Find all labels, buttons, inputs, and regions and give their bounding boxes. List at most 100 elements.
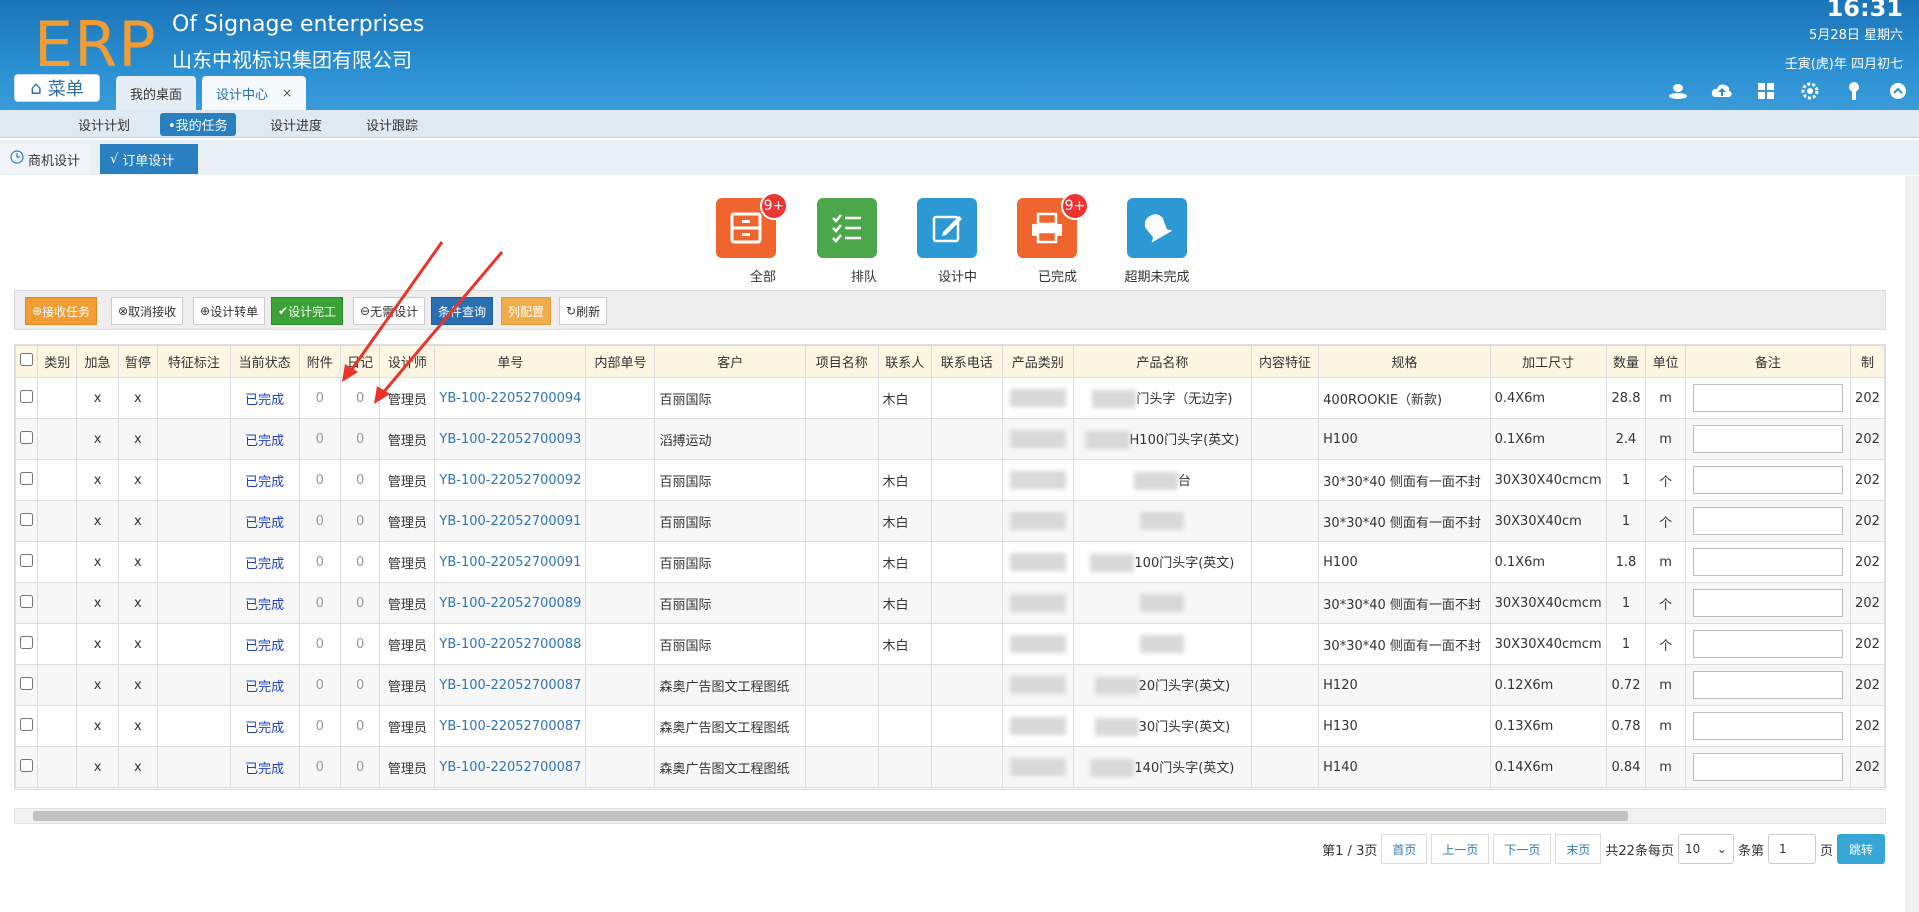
row-select-cell[interactable] — [15, 418, 38, 460]
table-row[interactable]: x x 已完成 0 0 管理员 YB-100-22052700091 百丽国际 木白 30*30*… — [15, 500, 1885, 542]
tab-design-center[interactable]: 设计中心 × — [202, 76, 307, 110]
subnav-design-progress[interactable]: 设计进度 — [270, 115, 322, 134]
column-header[interactable]: 客户 — [654, 345, 806, 378]
cell-order-number[interactable]: YB-100-22052700088 — [434, 623, 587, 665]
close-icon[interactable]: × — [282, 86, 292, 100]
row-checkbox[interactable] — [20, 676, 33, 690]
column-header[interactable]: 产品名称 — [1072, 345, 1252, 378]
filter-overdue[interactable]: 超期未完成 — [1124, 198, 1190, 285]
vertical-scrollbar[interactable] — [1905, 176, 1919, 912]
last-page-button[interactable]: 末页 — [1555, 834, 1602, 864]
table-row[interactable]: x x 已完成 0 0 管理员 YB-100-22052700087 森奥广告图文工程图纸 20… — [15, 664, 1885, 706]
remark-input[interactable] — [1692, 630, 1843, 658]
menu-button[interactable]: ⌂ 菜单 — [14, 74, 100, 102]
horizontal-scrollbar[interactable] — [14, 808, 1886, 824]
row-checkbox[interactable] — [20, 758, 33, 772]
header-select-all[interactable] — [15, 345, 38, 378]
subnav-design-plan[interactable]: 设计计划 — [78, 115, 130, 134]
subnav-design-tracking[interactable]: 设计跟踪 — [366, 115, 418, 134]
row-select-cell[interactable] — [15, 377, 38, 419]
column-header[interactable]: 单号 — [434, 345, 587, 378]
remark-input[interactable] — [1692, 507, 1843, 535]
cell-order-number[interactable]: YB-100-22052700091 — [434, 541, 587, 583]
filter-all[interactable]: 9+ 全部 — [716, 192, 788, 285]
remark-input[interactable] — [1692, 589, 1843, 617]
column-header[interactable]: 类别 — [36, 345, 78, 378]
next-page-button[interactable]: 下一页 — [1493, 834, 1552, 864]
column-header[interactable]: 项目名称 — [805, 345, 879, 378]
prev-page-button[interactable]: 上一页 — [1431, 834, 1490, 864]
column-header[interactable]: 制 — [1850, 345, 1885, 378]
column-header[interactable]: 设计师 — [379, 345, 436, 378]
condition-query-button[interactable]: 条件查询 — [431, 297, 494, 325]
row-checkbox[interactable] — [20, 471, 33, 485]
column-header[interactable]: 暂停 — [117, 345, 159, 378]
subnav-my-tasks[interactable]: •我的任务 — [160, 113, 236, 136]
cell-order-number[interactable]: YB-100-22052700087 — [434, 664, 587, 706]
column-header[interactable]: 加工尺寸 — [1489, 345, 1607, 378]
filter-designing[interactable]: 设计中 — [917, 198, 977, 285]
design-complete-button[interactable]: ✔ 设计完工 — [271, 297, 344, 325]
design-transfer-button[interactable]: ⊕ 设计转单 — [193, 297, 266, 325]
row-select-cell[interactable] — [15, 500, 38, 542]
column-header[interactable]: 内容特征 — [1250, 345, 1320, 378]
row-select-cell[interactable] — [15, 459, 38, 501]
column-header[interactable]: 当前状态 — [229, 345, 300, 378]
column-header[interactable]: 产品类别 — [1001, 345, 1074, 378]
column-header[interactable]: 备注 — [1684, 345, 1852, 378]
filter-completed[interactable]: 9+ 已完成 — [1017, 192, 1089, 285]
cell-order-number[interactable]: YB-100-22052700087 — [434, 705, 587, 747]
row-select-cell[interactable] — [15, 705, 38, 747]
user-icon[interactable] — [1667, 80, 1689, 102]
cell-order-number[interactable]: YB-100-22052700089 — [434, 582, 587, 624]
gear-icon[interactable] — [1799, 80, 1821, 102]
row-checkbox[interactable] — [20, 430, 33, 444]
tab-order-design[interactable]: √ 订单设计 — [100, 144, 198, 174]
remark-input[interactable] — [1692, 671, 1843, 699]
column-header[interactable]: 加急 — [76, 345, 119, 378]
cell-order-number[interactable]: YB-100-22052700087 — [434, 746, 587, 788]
receive-task-button[interactable]: ⊕ 接收任务 — [25, 297, 98, 325]
cell-order-number[interactable]: YB-100-22052700094 — [434, 377, 587, 419]
table-row[interactable]: x x 已完成 0 0 管理员 YB-100-22052700087 森奥广告图文工程图纸 14… — [15, 746, 1885, 788]
cell-order-number[interactable]: YB-100-22052700093 — [434, 418, 587, 460]
row-select-cell[interactable] — [15, 746, 38, 788]
row-checkbox[interactable] — [20, 594, 33, 608]
tab-my-desktop[interactable]: 我的桌面 — [116, 76, 197, 110]
column-header[interactable]: 联系人 — [877, 345, 932, 378]
table-row[interactable]: x x 已完成 0 0 管理员 YB-100-22052700092 百丽国际 木白台 30*30… — [15, 459, 1885, 501]
tab-opportunity-design[interactable]: 商机设计 — [0, 144, 91, 174]
table-row[interactable]: x x 已完成 0 0 管理员 YB-100-22052700093 滔搏运动 H100门头字(… — [15, 418, 1885, 460]
table-row[interactable]: x x 已完成 0 0 管理员 YB-100-22052700094 百丽国际 木白 门头字（无边… — [15, 377, 1885, 419]
table-row[interactable]: x x 已完成 0 0 管理员 YB-100-22052700091 百丽国际 木白 100门头字… — [15, 541, 1885, 583]
filter-queue[interactable]: 排队 — [817, 198, 877, 285]
row-checkbox[interactable] — [20, 553, 33, 567]
column-header[interactable]: 规格 — [1318, 345, 1491, 378]
table-row[interactable]: x x 已完成 0 0 管理员 YB-100-22052700087 森奥广告图文工程图纸 30… — [15, 705, 1885, 747]
refresh-button[interactable]: ↻ 刷新 — [559, 297, 608, 325]
select-all-checkbox[interactable] — [20, 353, 33, 366]
cloud-upload-icon[interactable] — [1711, 80, 1733, 102]
remark-input[interactable] — [1692, 548, 1843, 576]
scrollbar-thumb[interactable] — [33, 811, 1628, 821]
column-header[interactable]: 单位 — [1645, 345, 1686, 378]
row-select-cell[interactable] — [15, 582, 38, 624]
page-number-input[interactable]: 1 — [1767, 834, 1816, 864]
table-row[interactable]: x x 已完成 0 0 管理员 YB-100-22052700089 百丽国际 木白 30*30*… — [15, 582, 1885, 624]
dashboard-icon[interactable] — [1755, 80, 1777, 102]
no-design-button[interactable]: ⊖ 无需设计 — [353, 297, 426, 325]
cell-order-number[interactable]: YB-100-22052700091 — [434, 500, 587, 542]
remark-input[interactable] — [1692, 425, 1843, 453]
column-header[interactable]: 数量 — [1605, 345, 1647, 378]
go-button[interactable]: 跳转 — [1836, 834, 1885, 864]
column-header[interactable]: 特征标注 — [157, 345, 231, 378]
row-checkbox[interactable] — [20, 389, 33, 403]
remark-input[interactable] — [1692, 466, 1843, 494]
row-select-cell[interactable] — [15, 664, 38, 706]
per-page-select[interactable]: 10 ⌄ — [1677, 834, 1734, 864]
row-checkbox[interactable] — [20, 717, 33, 731]
remark-input[interactable] — [1692, 384, 1843, 412]
column-header[interactable]: 联系电话 — [930, 345, 1003, 378]
row-checkbox[interactable] — [20, 635, 33, 649]
key-icon[interactable] — [1843, 80, 1865, 102]
